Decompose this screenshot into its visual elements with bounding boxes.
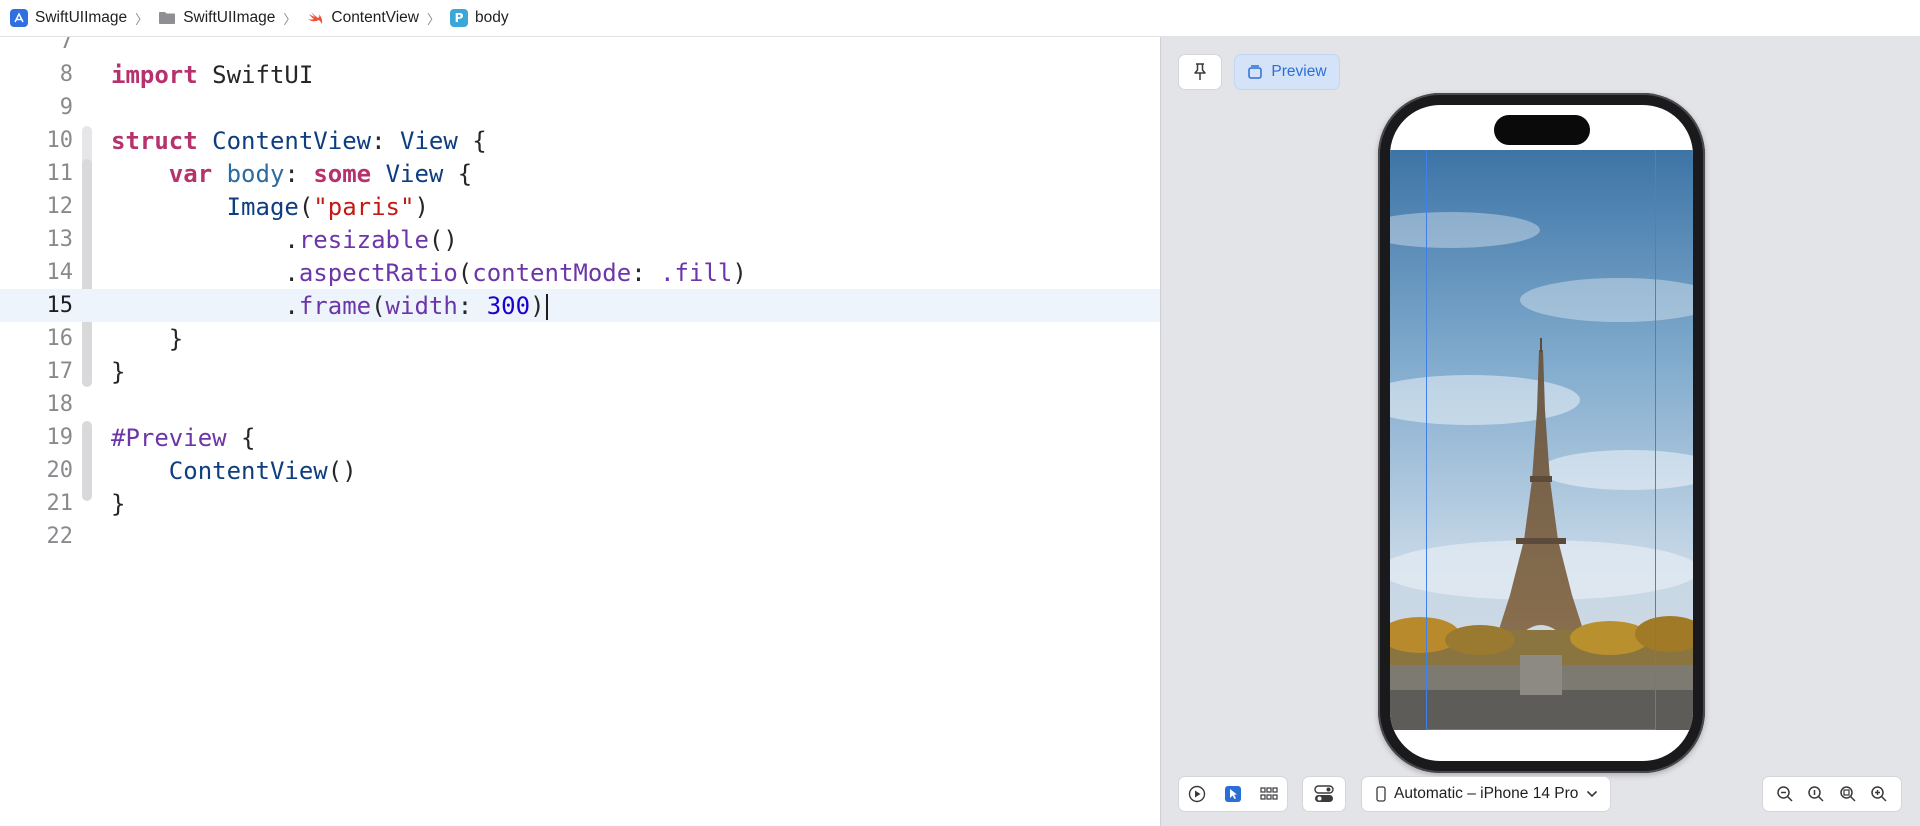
- code-line[interactable]: 8 import SwiftUI: [0, 58, 1160, 91]
- grid-icon: [1260, 787, 1278, 800]
- code-text: }: [111, 357, 126, 386]
- code-text: }: [168, 324, 184, 353]
- code-text: .resizable(): [284, 225, 458, 254]
- chevron-down-icon: [1587, 790, 1598, 798]
- device-picker[interactable]: Automatic – iPhone 14 Pro: [1361, 776, 1611, 812]
- line-number: 15: [46, 293, 74, 318]
- device-settings-button[interactable]: [1302, 776, 1346, 812]
- code-text: }: [111, 489, 126, 518]
- code-line[interactable]: 10 struct ContentView: View {: [0, 124, 1160, 157]
- cursor-select-icon: [1225, 786, 1241, 802]
- line-number: 12: [46, 194, 74, 219]
- breadcrumb-item-folder[interactable]: SwiftUIImage: [158, 9, 275, 27]
- code-line[interactable]: 11 var body: some View {: [0, 157, 1160, 190]
- code-line[interactable]: 22: [0, 520, 1160, 553]
- zoom-to-fit-button[interactable]: [1833, 776, 1863, 812]
- swift-file-icon: [306, 9, 324, 27]
- paris-image[interactable]: [1390, 150, 1693, 730]
- variants-button[interactable]: [1251, 776, 1287, 812]
- zoom-out-icon: [1777, 786, 1793, 802]
- device-frame: [1378, 93, 1705, 773]
- breadcrumb-item-symbol[interactable]: P body: [450, 9, 509, 27]
- preview-mode-button[interactable]: Preview: [1234, 54, 1340, 90]
- chevron-right-icon: 〉: [283, 11, 297, 27]
- toggles-icon: [1314, 785, 1334, 802]
- preview-icon: [1248, 65, 1263, 79]
- code-line[interactable]: 21 }: [0, 487, 1160, 520]
- code-line[interactable]: 12 Image("paris"): [0, 190, 1160, 223]
- code-line[interactable]: 13 .resizable(): [0, 223, 1160, 256]
- zoom-in-button[interactable]: [1864, 776, 1894, 812]
- line-number: 19: [46, 425, 74, 450]
- code-line[interactable]: 14 .aspectRatio(contentMode: .fill): [0, 256, 1160, 289]
- dynamic-island: [1494, 115, 1590, 145]
- code-text: Image("paris"): [226, 192, 429, 221]
- line-number: 14: [46, 260, 74, 285]
- line-number: 9: [59, 95, 73, 120]
- code-line[interactable]: 20 ContentView(): [0, 454, 1160, 487]
- line-number: 16: [46, 326, 74, 351]
- zoom-out-button[interactable]: [1770, 776, 1800, 812]
- code-text: import SwiftUI: [111, 60, 314, 89]
- folder-icon: [158, 9, 176, 27]
- code-text: ContentView(): [168, 456, 357, 485]
- code-line[interactable]: 16 }: [0, 322, 1160, 355]
- code-line[interactable]: 17 }: [0, 355, 1160, 388]
- breadcrumb-label: SwiftUIImage: [35, 9, 128, 26]
- breadcrumb-label: ContentView: [331, 9, 419, 26]
- line-number: 21: [46, 491, 74, 516]
- play-circle-icon: [1188, 785, 1206, 803]
- code-line[interactable]: 7: [0, 37, 1160, 58]
- zoom-fit-icon: [1840, 786, 1856, 802]
- chevron-right-icon: 〉: [135, 11, 149, 27]
- line-number: 10: [46, 128, 74, 153]
- code-text: .frame(width: 300): [111, 292, 548, 320]
- code-line[interactable]: 19 #Preview {: [0, 421, 1160, 454]
- live-mode-button[interactable]: [1179, 776, 1215, 812]
- line-number: 11: [46, 161, 74, 186]
- chevron-right-icon: 〉: [426, 11, 440, 27]
- code-text: var body: some View {: [168, 159, 473, 188]
- pin-icon: [1194, 63, 1206, 80]
- pin-preview-button[interactable]: [1178, 54, 1222, 90]
- line-number: 13: [46, 227, 74, 252]
- preview-mode-controls: [1178, 776, 1288, 812]
- line-number: 20: [46, 458, 74, 483]
- line-number: 7: [59, 37, 73, 54]
- preview-canvas[interactable]: Preview Automatic – iPhone 14 Pro: [1160, 37, 1920, 826]
- line-number: 17: [46, 359, 74, 384]
- line-number: 8: [59, 62, 73, 87]
- breadcrumb-item-project[interactable]: SwiftUIImage: [10, 9, 127, 27]
- code-line-current[interactable]: 15 .frame(width: 300): [0, 289, 1160, 322]
- breadcrumb-label: body: [475, 9, 509, 26]
- code-text: struct ContentView: View {: [111, 126, 487, 155]
- code-line[interactable]: 9: [0, 91, 1160, 124]
- code-text: .aspectRatio(contentMode: .fill): [284, 258, 747, 287]
- text-caret: [545, 293, 548, 320]
- app-project-icon: [10, 9, 28, 27]
- property-icon: P: [450, 9, 468, 27]
- line-number: 18: [46, 392, 74, 417]
- zoom-actual-size-button[interactable]: [1801, 776, 1831, 812]
- breadcrumb: SwiftUIImage 〉 SwiftUIImage 〉 ContentVie…: [0, 0, 1920, 37]
- zoom-100-icon: [1808, 786, 1824, 802]
- zoom-in-icon: [1871, 786, 1887, 802]
- code-text: #Preview {: [111, 423, 256, 452]
- code-line[interactable]: 18: [0, 388, 1160, 421]
- breadcrumb-label: SwiftUIImage: [183, 9, 276, 26]
- line-number: 22: [46, 524, 74, 549]
- iphone-icon: [1376, 786, 1386, 802]
- preview-label: Preview: [1271, 63, 1327, 80]
- selectable-mode-button[interactable]: [1215, 776, 1251, 812]
- breadcrumb-item-file[interactable]: ContentView: [306, 9, 419, 27]
- device-screen[interactable]: [1390, 105, 1693, 761]
- device-label: Automatic – iPhone 14 Pro: [1394, 785, 1579, 802]
- zoom-controls: [1762, 776, 1902, 812]
- code-editor[interactable]: 7 8 import SwiftUI 9 10 struct ContentVi…: [0, 37, 1160, 826]
